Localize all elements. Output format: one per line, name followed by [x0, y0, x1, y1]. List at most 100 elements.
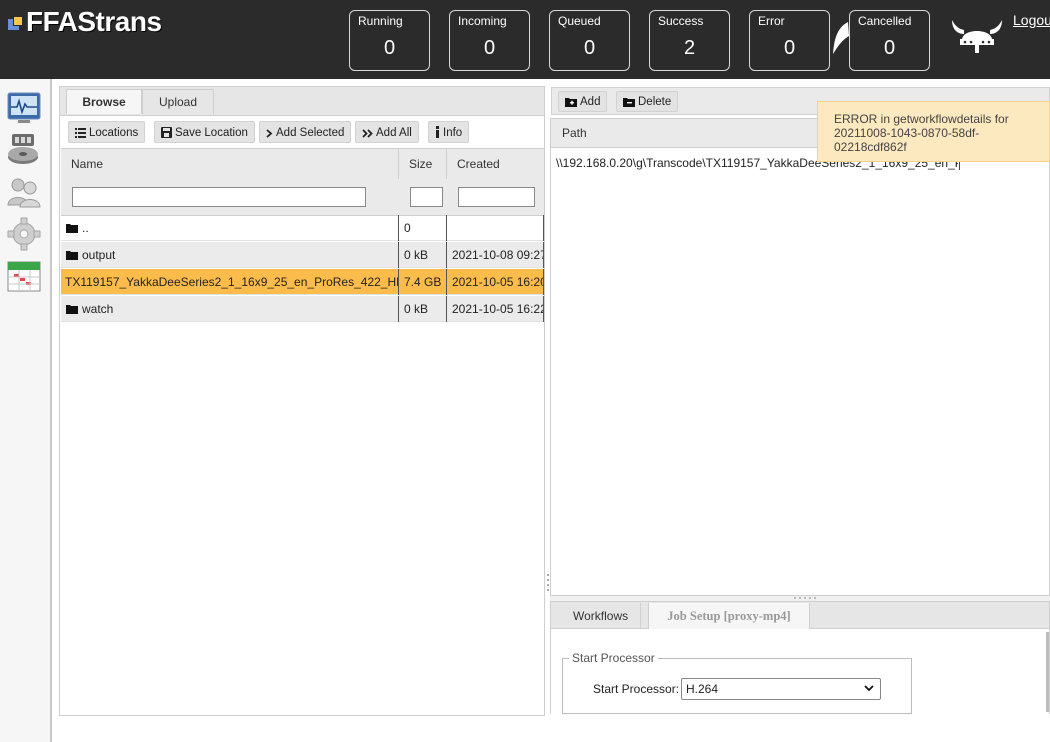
stat-error[interactable]: Error 0: [749, 10, 830, 71]
folder-plus-icon: [565, 98, 577, 107]
column-created[interactable]: Created: [447, 149, 544, 179]
fieldset-legend: Start Processor: [569, 651, 658, 665]
delete-job-button[interactable]: Delete: [616, 91, 679, 112]
stat-value: 0: [483, 37, 496, 59]
file-grid-header: Name Size Created: [61, 148, 544, 180]
monitor-icon[interactable]: [6, 91, 42, 125]
job-setup-panel: Start Processor Start Processor: H.264: [550, 629, 1050, 714]
app-logo: FFAStrans: [8, 6, 162, 38]
add-all-button[interactable]: Add All: [355, 121, 419, 143]
gear-icon[interactable]: [6, 217, 42, 251]
stat-label: Cancelled: [858, 14, 912, 28]
file-size: 0: [399, 215, 447, 241]
stat-value: 0: [783, 37, 796, 59]
app-title: FFAStrans: [26, 6, 162, 37]
file-size: 0 kB: [399, 296, 447, 322]
info-label: Info: [443, 127, 463, 139]
folder-icon: [66, 251, 78, 260]
stat-incoming[interactable]: Incoming 0: [449, 10, 530, 71]
chevron-down-icon: [864, 685, 874, 692]
file-row[interactable]: .. 0: [61, 215, 544, 241]
stat-value: 0: [583, 37, 596, 59]
file-name-cell: output: [61, 242, 399, 268]
file-created: [447, 215, 544, 241]
file-name: ..: [82, 221, 89, 235]
file-row-selected[interactable]: TX119157_YakkaDeeSeries2_1_16x9_25_en_Pr…: [61, 269, 544, 295]
created-filter-input[interactable]: [458, 187, 535, 207]
tab-upload[interactable]: Upload: [142, 89, 214, 114]
file-name: TX119157_YakkaDeeSeries2_1_16x9_25_en_Pr…: [61, 269, 399, 295]
info-button[interactable]: Info: [428, 121, 470, 143]
tab-browse[interactable]: Browse: [66, 89, 142, 114]
stat-cancelled[interactable]: Cancelled 0: [849, 10, 930, 71]
error-message: ERROR in getworkflowdetails for 20211008…: [834, 112, 1009, 154]
stat-value: 2: [683, 37, 696, 59]
add-job-label: Add: [580, 96, 601, 108]
film-reel-icon[interactable]: [6, 132, 42, 166]
users-icon[interactable]: [6, 175, 42, 209]
add-selected-button[interactable]: Add Selected: [259, 121, 352, 143]
stat-label: Success: [658, 14, 704, 28]
size-filter-input[interactable]: [410, 187, 443, 207]
double-chevron-right-icon: [362, 129, 373, 138]
stat-label: Running: [358, 14, 403, 28]
stat-queued[interactable]: Queued 0: [549, 10, 630, 71]
jobs-grid-body: \\192.168.0.20\g\Transcode\TX119157_Yakk…: [550, 148, 1050, 596]
stat-value: 0: [383, 37, 396, 59]
column-path[interactable]: Path: [562, 126, 587, 140]
swoosh-icon: [833, 22, 849, 54]
file-created: 2021-10-08 09:27: [447, 242, 544, 268]
start-processor-fieldset: Start Processor Start Processor: H.264: [562, 651, 912, 714]
chevron-right-icon: [266, 129, 273, 138]
file-size: 7.4 GB: [399, 269, 447, 295]
file-size: 0 kB: [399, 242, 447, 268]
stat-running[interactable]: Running 0: [349, 10, 430, 71]
save-location-label: Save Location: [175, 127, 248, 139]
add-job-button[interactable]: Add: [558, 91, 608, 112]
name-filter-input[interactable]: [72, 187, 366, 207]
locations-label: Locations: [89, 127, 139, 139]
delete-job-label: Delete: [638, 96, 672, 108]
app-header: FFAStrans Running 0 Incoming 0 Queued 0 …: [0, 0, 1050, 79]
stat-label: Queued: [558, 14, 601, 28]
file-name: output: [82, 248, 116, 262]
file-name-cell: ..: [61, 215, 399, 241]
scrollbar[interactable]: [1046, 632, 1049, 712]
file-browser-panel: Browse Upload Locations Save Location Ad…: [59, 86, 545, 716]
stat-label: Incoming: [458, 14, 507, 28]
calendar-icon[interactable]: [6, 259, 42, 293]
folder-icon: [66, 305, 78, 314]
file-created: 2021-10-05 16:20: [447, 269, 544, 295]
resize-grip-icon[interactable]: [547, 572, 550, 594]
save-icon: [161, 127, 172, 138]
start-processor-select[interactable]: H.264: [681, 678, 881, 700]
file-name: watch: [82, 302, 114, 316]
locations-button[interactable]: Locations: [68, 121, 146, 143]
tab-job-setup[interactable]: Job Setup [proxy-mp4]: [648, 603, 810, 629]
folder-icon: [66, 224, 78, 233]
folder-minus-icon: [623, 98, 635, 107]
logout-link[interactable]: Logou: [1013, 12, 1050, 28]
column-name[interactable]: Name: [61, 149, 399, 179]
save-location-button[interactable]: Save Location: [154, 121, 255, 143]
column-size[interactable]: Size: [399, 149, 447, 179]
tab-workflows[interactable]: Workflows: [561, 603, 642, 629]
file-row[interactable]: output 0 kB 2021-10-08 09:27: [61, 242, 544, 268]
file-row[interactable]: watch 0 kB 2021-10-05 16:22: [61, 296, 544, 322]
stat-label: Error: [758, 14, 785, 28]
start-processor-label: Start Processor:: [593, 682, 680, 696]
start-processor-value: H.264: [686, 682, 719, 696]
error-toast[interactable]: ERROR in getworkflowdetails for 20211008…: [817, 101, 1050, 162]
file-created: 2021-10-05 16:22: [447, 296, 544, 322]
viking-helmet-icon: [952, 20, 1002, 53]
stat-value: 0: [883, 37, 896, 59]
sidebar: [0, 79, 52, 742]
info-icon: [436, 126, 439, 138]
file-name-cell: watch: [61, 296, 399, 322]
logo-icon: [8, 16, 23, 30]
browser-tabs: Browse Upload: [60, 87, 544, 116]
stat-success[interactable]: Success 2: [649, 10, 730, 71]
splitter-grip-icon: [794, 597, 816, 599]
add-selected-label: Add Selected: [276, 127, 345, 139]
list-icon: [75, 128, 86, 138]
